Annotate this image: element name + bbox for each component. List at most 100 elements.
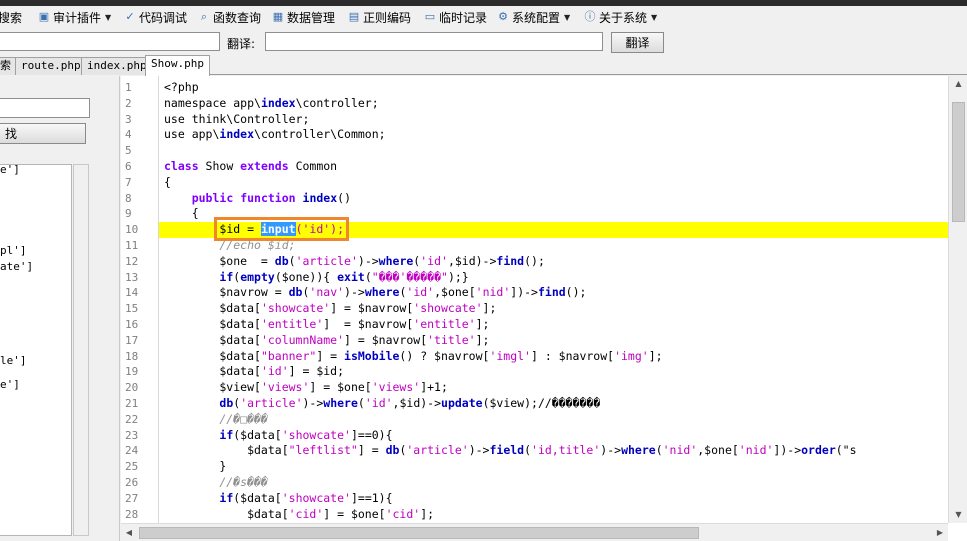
code-line[interactable]: if($data['showcate']==1){ xyxy=(159,491,948,507)
list-item[interactable]: pl'] xyxy=(0,244,27,257)
line-number: 1 xyxy=(125,81,132,94)
code-line[interactable]: $data['columnName'] = $navrow['title']; xyxy=(159,333,948,349)
menu-item-4[interactable]: ▦ 数据管理 xyxy=(272,9,335,25)
code-line-text: if($data['showcate']==1){ xyxy=(219,490,393,505)
scroll-left-arrow-icon[interactable]: ◀ xyxy=(121,524,137,541)
menu-item-7[interactable]: ⚙ 系统配置 ▼ xyxy=(497,9,570,25)
regex-icon: ▤ xyxy=(348,10,360,23)
line-number: 25 xyxy=(125,460,139,474)
file-tab[interactable]: Show.php xyxy=(145,55,210,76)
code-editor[interactable]: 1 2 3 4 5 6 7 8 9 10 11 12 13 14 15 16 17 18 19 20 21 22 23 24 2… xyxy=(121,76,967,541)
horizontal-scroll-thumb[interactable] xyxy=(139,527,699,539)
line-number: 4 xyxy=(125,128,132,142)
result-list[interactable]: e'] pl'] ate'] le'] e'] xyxy=(0,164,72,536)
line-number: 17 xyxy=(125,333,139,347)
gear-icon: ⚙ xyxy=(498,10,508,23)
code-line-text: $navrow = db('nav')->where('id',$one['ni… xyxy=(164,285,587,300)
code-line-text: $one = db('article')->where('id',$id)->f… xyxy=(164,253,545,268)
code-line[interactable]: namespace app\index\controller; xyxy=(159,96,948,112)
scroll-right-arrow-icon[interactable]: ▶ xyxy=(932,524,948,541)
code-line[interactable]: $data["leftlist"] = db('article')->field… xyxy=(159,443,948,459)
menu-item-label: 关于系统 xyxy=(599,10,648,25)
menu-item-label: 数据管理 xyxy=(287,10,336,25)
code-line[interactable]: use app\index\controller\Common; xyxy=(159,127,948,143)
code-line-text: $id = input('id'); xyxy=(164,217,350,242)
line-number-gutter: 1 2 3 4 5 6 7 8 9 10 11 12 13 14 15 16 17 18 19 20 21 22 23 24 2… xyxy=(121,76,159,523)
line-number: 19 xyxy=(125,365,139,379)
code-line[interactable]: $view['views'] = $one['views']+1; xyxy=(159,380,948,396)
menu-item-2[interactable]: ✓ 代码调试 xyxy=(124,9,187,25)
translate-button[interactable]: 翻译 xyxy=(611,32,664,53)
panel-search-input[interactable] xyxy=(0,98,90,118)
line-number: 7 xyxy=(125,175,132,189)
code-line-text: //�□��� xyxy=(164,411,268,426)
file-tab[interactable]: route.php xyxy=(15,57,87,75)
code-area[interactable]: <?php namespace app\index\controller; use … xyxy=(159,76,948,523)
menu-item-label: 代码调试 xyxy=(139,10,188,25)
menu-item-0[interactable]: 搜索 xyxy=(0,9,22,25)
code-line[interactable]: $data['id'] = $id; xyxy=(159,364,948,380)
code-line[interactable]: db('article')->where('id',$id)->update($… xyxy=(159,396,948,412)
code-line[interactable]: $data['entitle'] = $navrow['entitle']; xyxy=(159,317,948,333)
vertical-scroll-thumb[interactable] xyxy=(952,102,965,222)
menu-item-1[interactable]: ▣ 审计插件 ▼ xyxy=(38,9,111,25)
code-line[interactable] xyxy=(159,143,948,159)
code-line[interactable]: if($data['showcate']==0){ xyxy=(159,428,948,444)
code-line-text: //�s��� xyxy=(164,475,268,489)
list-item[interactable]: ate'] xyxy=(0,260,33,273)
line-number: 28 xyxy=(125,507,139,521)
code-line-text: $data["banner"] = isMobile() ? $navrow['… xyxy=(164,348,663,363)
translate-source-input[interactable] xyxy=(0,32,220,51)
code-line-text: $data["leftlist"] = db('article')->field… xyxy=(164,443,857,458)
line-number: 10 xyxy=(125,223,139,237)
list-item[interactable]: e'] xyxy=(0,165,20,176)
code-line-text: if($data['showcate']==0){ xyxy=(219,427,393,442)
line-number: 22 xyxy=(125,412,139,426)
code-line[interactable]: public function index() xyxy=(159,191,948,207)
horizontal-scrollbar[interactable]: ◀ ▶ xyxy=(121,523,948,541)
code-line[interactable]: <?php xyxy=(159,80,948,96)
line-number: 24 xyxy=(125,444,139,458)
list-item[interactable]: e'] xyxy=(0,378,20,391)
line-number: 12 xyxy=(125,254,139,268)
menu-item-label: 函数查询 xyxy=(213,10,262,25)
file-tab[interactable]: index.php xyxy=(81,57,153,75)
line-number: 11 xyxy=(125,239,139,252)
menu-item-5[interactable]: ▤ 正则编码 xyxy=(348,9,411,25)
code-line[interactable]: } xyxy=(159,459,948,475)
panel-find-button[interactable]: 找 xyxy=(0,123,86,144)
code-line[interactable]: { xyxy=(159,175,948,191)
code-line[interactable]: { xyxy=(159,206,948,222)
scroll-down-arrow-icon[interactable]: ▼ xyxy=(949,507,967,523)
menu-item-8[interactable]: ⓘ 关于系统 ▼ xyxy=(584,9,658,25)
menu-item-label: 审计插件 xyxy=(53,10,102,25)
menu-item-3[interactable]: ⌕ 函数查询 xyxy=(198,9,261,25)
line-number: 9 xyxy=(125,207,132,221)
translate-target-input[interactable] xyxy=(265,32,603,51)
list-item[interactable]: le'] xyxy=(0,354,27,367)
code-line-text: $data['entitle'] = $navrow['entitle']; xyxy=(164,317,490,331)
code-line[interactable]: //echo $id; xyxy=(159,238,948,254)
line-number: 13 xyxy=(125,270,139,284)
code-line[interactable]: //�□��� xyxy=(159,412,948,428)
scroll-up-arrow-icon[interactable]: ▲ xyxy=(949,76,967,92)
menu-item-6[interactable]: ▭ 临时记录 xyxy=(424,9,487,25)
line-number: 23 xyxy=(125,428,139,442)
code-line[interactable]: $id = input('id'); xyxy=(159,217,948,242)
database-icon: ▦ xyxy=(272,10,284,23)
code-line[interactable]: $one = db('article')->where('id',$id)->f… xyxy=(159,254,948,270)
code-line[interactable]: use think\Controller; xyxy=(159,112,948,128)
code-line[interactable]: $data["banner"] = isMobile() ? $navrow['… xyxy=(159,349,948,365)
code-line[interactable]: class Show extends Common xyxy=(159,159,948,175)
menu-item-label: 系统配置 xyxy=(512,10,561,25)
code-line[interactable]: //�s��� xyxy=(159,475,948,491)
code-line[interactable]: if(empty($one)){ exit("���'�����");} xyxy=(159,270,948,286)
highlight-annotation-box: $id = input('id'); xyxy=(214,217,350,242)
code-line[interactable]: $data['cid'] = $one['cid']; xyxy=(159,507,948,523)
menu-item-label: 搜索 xyxy=(0,10,23,25)
code-line[interactable]: $data['showcate'] = $navrow['showcate']; xyxy=(159,301,948,317)
result-list-scrollbar[interactable] xyxy=(73,164,89,536)
vertical-scrollbar[interactable]: ▲ ▼ xyxy=(948,76,967,523)
left-search-panel: 找 e'] pl'] ate'] le'] e'] xyxy=(0,76,120,541)
code-line[interactable]: $navrow = db('nav')->where('id',$one['ni… xyxy=(159,285,948,301)
